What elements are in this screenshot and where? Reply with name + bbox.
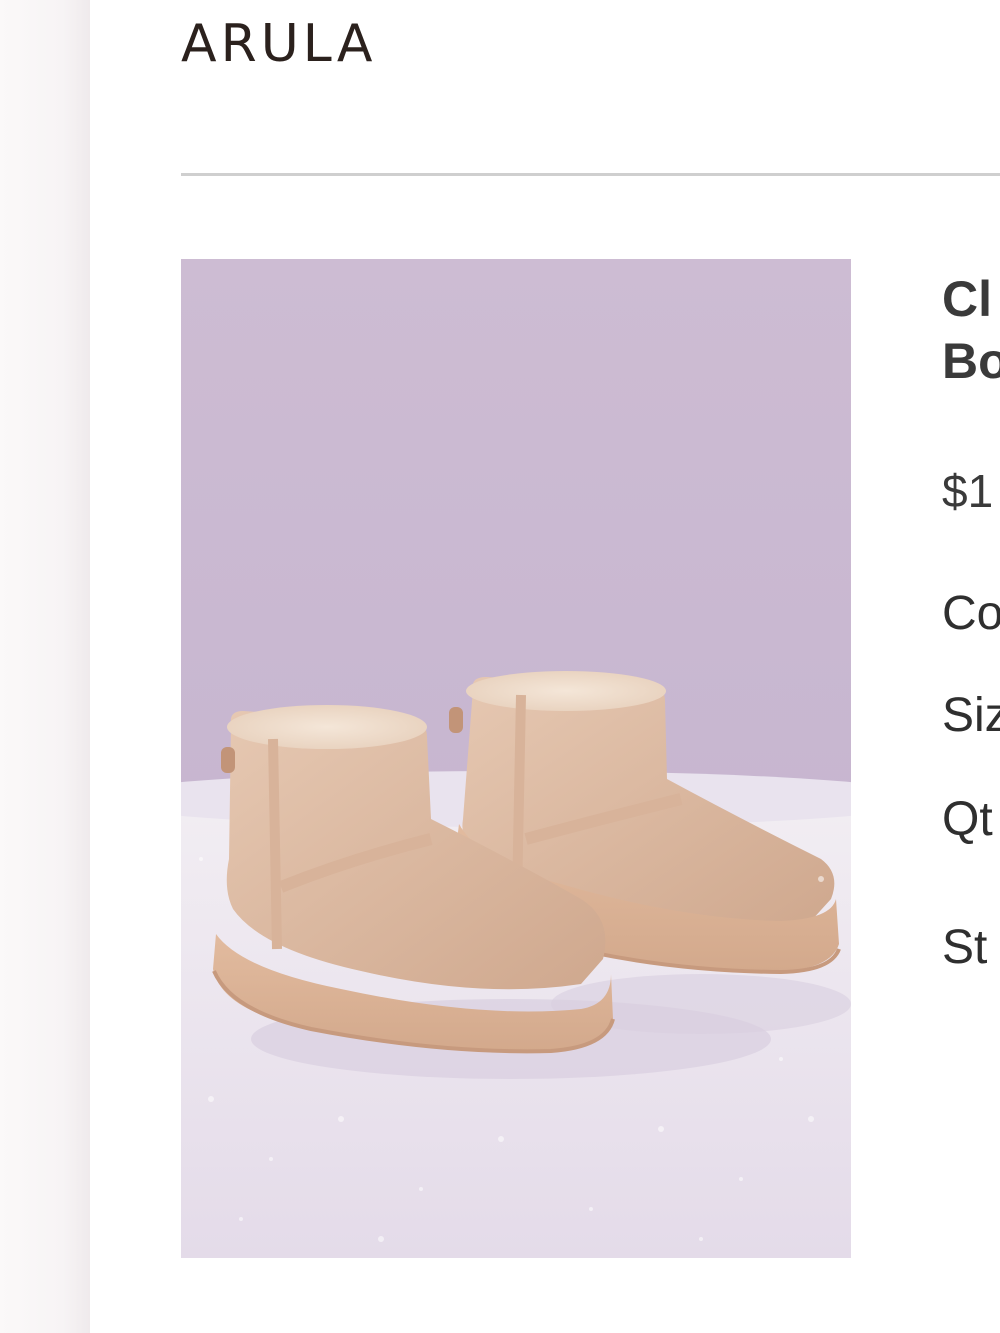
product-info: Cl Bo $1 Co Siz Qt St: [942, 268, 1000, 974]
quantity-option[interactable]: Qt: [942, 792, 993, 847]
size-option[interactable]: Siz: [942, 688, 1000, 743]
product-title-line-1: Cl: [942, 271, 992, 327]
header-divider: [181, 173, 1000, 176]
stock-status: St: [942, 921, 988, 974]
brand-logo[interactable]: ARULA: [181, 18, 377, 70]
product-image[interactable]: [181, 259, 851, 1258]
product-page: ARULA Cl Bo $1 Co Siz Qt St: [90, 0, 1000, 1333]
color-option[interactable]: Co: [942, 586, 1000, 641]
product-price: $1: [942, 465, 994, 517]
product-title-line-2: Bo: [942, 333, 1000, 389]
boots-photo-illustration: [181, 259, 851, 1258]
left-gutter: [0, 0, 90, 1333]
